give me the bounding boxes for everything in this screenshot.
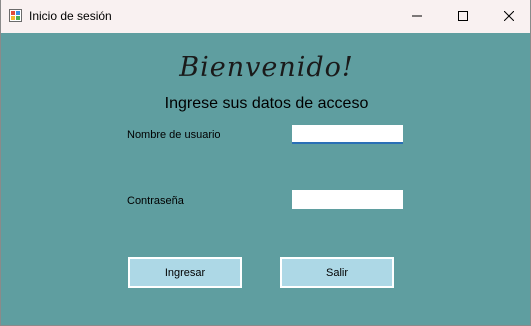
minimize-icon — [412, 8, 422, 26]
username-label: Nombre de usuario — [127, 129, 221, 141]
maximize-button[interactable] — [440, 0, 486, 33]
maximize-icon — [458, 8, 468, 26]
close-icon — [503, 8, 515, 26]
password-label: Contraseña — [127, 195, 184, 207]
username-input[interactable] — [292, 125, 403, 144]
login-button[interactable]: Ingresar — [128, 257, 242, 288]
minimize-button[interactable] — [394, 0, 440, 33]
title-bar[interactable]: Inicio de sesión — [1, 0, 530, 33]
login-window: Inicio de sesión Bienvenido! Ingrese sus… — [0, 0, 531, 326]
instructions-subheading: Ingrese sus datos de acceso — [164, 95, 369, 112]
close-button[interactable] — [486, 0, 530, 33]
welcome-heading: Bienvenido! — [179, 52, 354, 83]
window-title: Inicio de sesión — [29, 9, 112, 23]
password-input[interactable] — [292, 190, 403, 209]
app-icon — [9, 9, 22, 22]
exit-button[interactable]: Salir — [280, 257, 394, 288]
